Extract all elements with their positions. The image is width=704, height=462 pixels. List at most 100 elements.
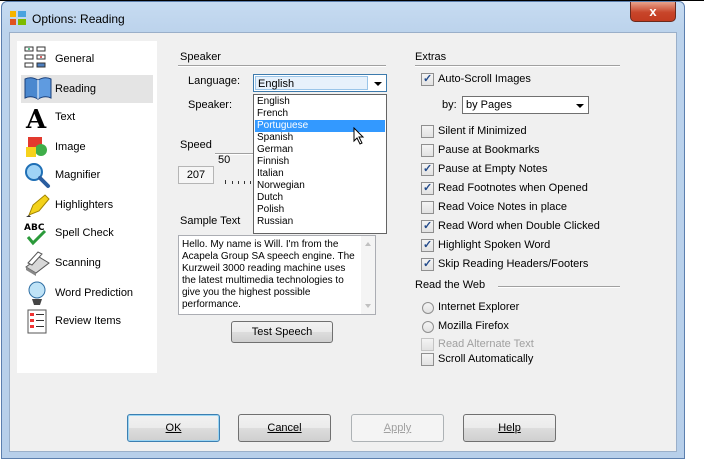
highlight-spoken-word-checkbox[interactable]: ✓ <box>421 239 434 252</box>
web-group-title: Read the Web <box>415 279 486 291</box>
sample-text-area[interactable]: Hello. My name is Will. I'm from the Aca… <box>178 235 376 315</box>
checkmark-icon: ✓ <box>423 239 433 251</box>
language-option[interactable]: Russian <box>255 216 385 228</box>
magnifier-icon <box>25 163 50 188</box>
sidebar-item-image[interactable]: Image <box>21 133 153 161</box>
auto-scroll-checkbox[interactable]: ✓ <box>421 73 434 86</box>
svg-text:ABC: ABC <box>24 223 45 233</box>
language-option[interactable]: Polish <box>255 204 385 216</box>
sidebar-item-label: Magnifier <box>55 169 101 181</box>
sidebar-item-magnifier[interactable]: Magnifier <box>21 161 153 189</box>
sample-text: Hello. My name is Will. I'm from the Aca… <box>182 239 355 310</box>
highlight-spoken-word-label: Highlight Spoken Word <box>438 239 551 251</box>
sidebar-item-label: Image <box>55 141 86 153</box>
cancel-button[interactable]: Cancel <box>238 414 331 442</box>
spell-check-icon: ABC <box>24 223 47 246</box>
help-label: Help <box>498 422 521 434</box>
speed-slider[interactable] <box>224 177 254 185</box>
speed-group-title: Speed <box>180 139 212 151</box>
read-footnotes-checkbox[interactable]: ✓ <box>421 182 434 195</box>
scroll-automatically-label: Scroll Automatically <box>438 353 534 365</box>
sidebar-item-highlighters[interactable]: Highlighters <box>21 191 153 219</box>
language-option[interactable]: English <box>255 96 385 108</box>
mouse-cursor-icon <box>353 127 365 145</box>
language-option[interactable]: German <box>255 144 385 156</box>
sidebar-item-label: Word Prediction <box>55 287 134 299</box>
scanner-icon <box>25 251 50 276</box>
sidebar-item-review-items[interactable]: Review Items <box>21 307 153 335</box>
language-option[interactable]: Spanish <box>255 132 385 144</box>
language-options-list[interactable]: English French Portuguese Spanish German… <box>253 94 387 234</box>
read-footnotes-label: Read Footnotes when Opened <box>438 182 588 194</box>
checkmark-icon: ✓ <box>423 258 433 270</box>
apply-label: Apply <box>383 422 412 434</box>
sidebar-item-reading[interactable]: Reading <box>21 75 153 103</box>
language-option[interactable]: Finnish <box>255 156 385 168</box>
scroll-up-icon[interactable] <box>365 242 371 246</box>
apply-button[interactable]: Apply <box>351 414 444 442</box>
language-option[interactable]: Italian <box>255 168 385 180</box>
skip-headers-footers-checkbox[interactable]: ✓ <box>421 258 434 271</box>
pause-empty-notes-checkbox[interactable]: ✓ <box>421 163 434 176</box>
image-icon <box>26 137 47 157</box>
speed-tick-label: 50 <box>218 154 231 166</box>
pause-bookmarks-checkbox[interactable] <box>421 144 434 157</box>
extras-group-line <box>415 65 620 67</box>
language-option[interactable]: Dutch <box>255 192 385 204</box>
by-label: by: <box>442 99 457 111</box>
sidebar-item-general[interactable]: General <box>21 45 153 73</box>
language-label: Language: <box>188 75 240 87</box>
read-alternate-text-label: Read Alternate Text <box>438 338 534 350</box>
close-button[interactable]: x <box>630 2 676 22</box>
sidebar-item-label: Spell Check <box>55 227 114 239</box>
auto-scroll-label: Auto-Scroll Images <box>438 73 531 85</box>
slider-ticks-icon <box>225 180 251 184</box>
language-option-highlighted[interactable]: Portuguese <box>255 120 385 132</box>
sample-scrollbar[interactable] <box>361 236 375 314</box>
svg-text:A: A <box>25 105 47 131</box>
sidebar-item-label: Review Items <box>55 315 122 327</box>
sidebar-item-spell-check[interactable]: ABC Spell Check <box>21 219 153 247</box>
internet-explorer-radio[interactable] <box>422 302 434 314</box>
sidebar-item-label: Reading <box>55 83 96 95</box>
read-word-double-click-label: Read Word when Double Clicked <box>438 220 600 232</box>
pause-bookmarks-label: Pause at Bookmarks <box>438 144 540 156</box>
sidebar-item-word-prediction[interactable]: Word Prediction <box>21 279 153 307</box>
language-dropdown[interactable]: English <box>253 74 387 92</box>
general-icon <box>24 46 46 68</box>
title-bar[interactable]: Options: Reading x <box>2 2 684 32</box>
sidebar-item-scanning[interactable]: Scanning <box>21 249 153 277</box>
speed-value-box[interactable]: 207 <box>178 166 214 184</box>
read-alternate-text-checkbox[interactable] <box>421 338 434 351</box>
silent-minimized-label: Silent if Minimized <box>438 125 527 137</box>
scroll-by-dropdown[interactable]: by Pages <box>462 96 589 114</box>
dialog-client-area: General Reading A Text Image Magnifier H… <box>9 32 677 452</box>
sidebar-item-label: Highlighters <box>55 199 114 211</box>
ok-button[interactable]: OK <box>127 414 220 442</box>
sidebar-item-text[interactable]: A Text <box>21 103 153 131</box>
read-word-double-click-checkbox[interactable]: ✓ <box>421 220 434 233</box>
chevron-down-icon <box>374 82 382 86</box>
scroll-down-icon[interactable] <box>365 304 371 308</box>
checkmark-icon: ✓ <box>423 220 433 232</box>
mozilla-firefox-radio[interactable] <box>422 321 434 333</box>
checkmark-icon: ✓ <box>423 163 433 175</box>
read-voice-notes-checkbox[interactable] <box>421 201 434 214</box>
help-button[interactable]: Help <box>463 414 556 442</box>
speaker-label: Speaker: <box>188 99 233 111</box>
speaker-group-line <box>178 65 386 67</box>
options-dialog: Options: Reading x General Reading A Tex… <box>1 1 685 459</box>
reading-icon <box>24 77 52 100</box>
language-option[interactable]: French <box>255 108 385 120</box>
language-option[interactable]: Norwegian <box>255 180 385 192</box>
scroll-automatically-checkbox[interactable] <box>421 353 434 366</box>
cancel-label: Cancel <box>267 422 302 434</box>
silent-minimized-checkbox[interactable] <box>421 125 434 138</box>
web-group-line <box>498 286 620 288</box>
category-sidebar: General Reading A Text Image Magnifier H… <box>17 41 157 373</box>
test-speech-button[interactable]: Test Speech <box>231 321 333 343</box>
close-icon: x <box>649 4 657 19</box>
speed-value: 207 <box>186 169 206 181</box>
text-icon: A <box>25 105 47 131</box>
speaker-group-title: Speaker <box>180 51 221 63</box>
